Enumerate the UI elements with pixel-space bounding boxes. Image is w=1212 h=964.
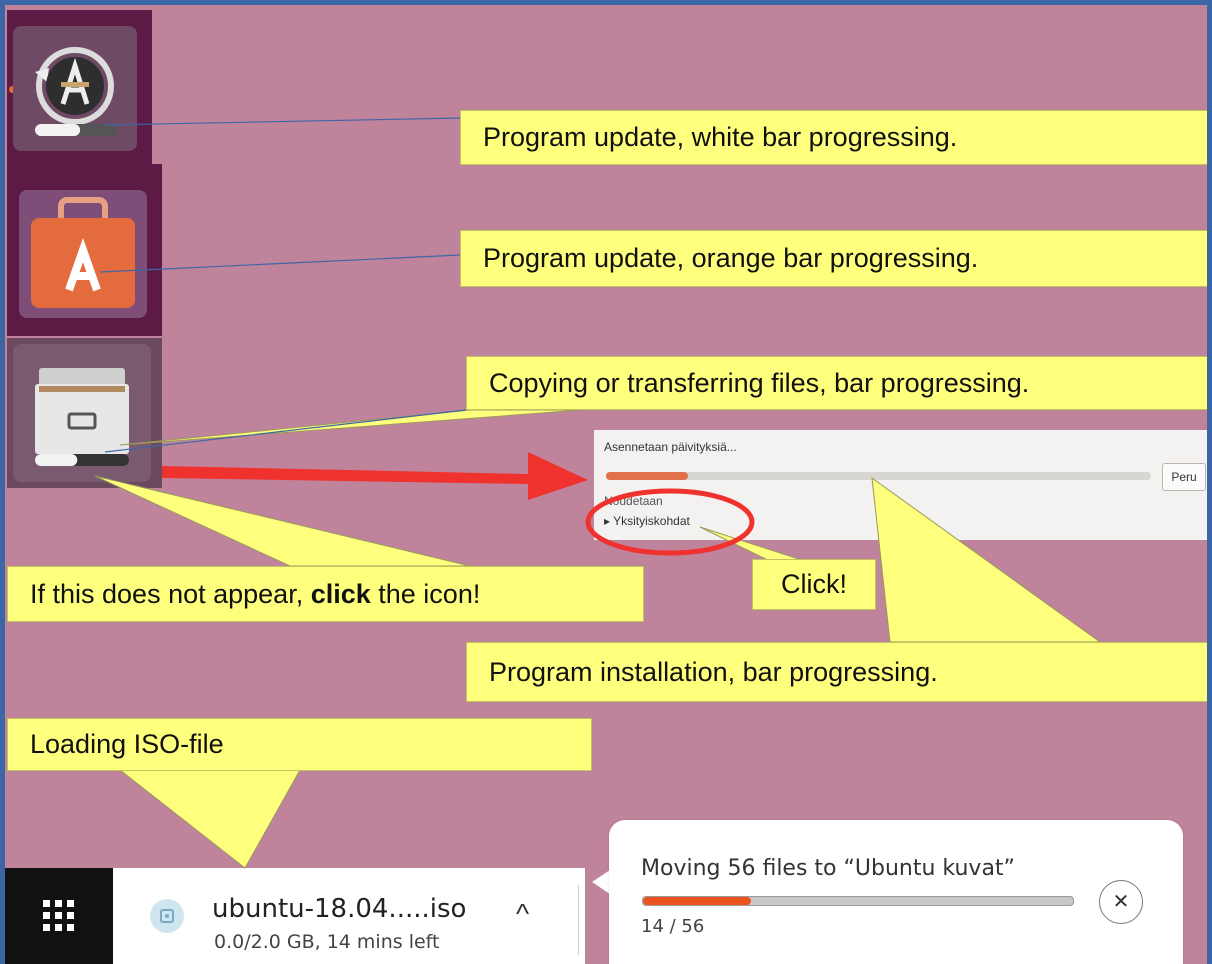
callout-text: Program update, orange bar progressing. xyxy=(483,243,979,273)
callout-text: Copying or transferring files, bar progr… xyxy=(489,367,1030,398)
callout-text: Click! xyxy=(781,569,847,599)
download-filename[interactable]: ubuntu-18.04.....iso xyxy=(212,894,466,924)
callout-copying: Copying or transferring files, bar progr… xyxy=(466,356,1212,410)
callout-text: If this does not appear, click the icon! xyxy=(30,578,481,609)
taskbar-separator xyxy=(578,885,579,955)
launcher-item-files[interactable] xyxy=(7,338,162,488)
software-updater-icon xyxy=(35,47,117,136)
callout-installation: Program installation, bar progressing. xyxy=(466,642,1212,702)
callout-update-white: Program update, white bar progressing. xyxy=(460,110,1212,165)
red-arrow xyxy=(162,452,588,500)
download-status: 0.0/2.0 GB, 14 mins left xyxy=(214,931,440,953)
callout-text: Loading ISO-file xyxy=(30,729,224,759)
cancel-button[interactable]: Peru xyxy=(1162,463,1206,491)
disc-image-icon xyxy=(150,899,184,933)
install-dialog: Asennetaan päivityksiä... Peru Noudetaan… xyxy=(594,430,1212,540)
dialog-title: Asennetaan päivityksiä... xyxy=(604,440,737,454)
chevron-up-icon[interactable]: ^ xyxy=(516,898,529,930)
file-operation-title: Moving 56 files to “Ubuntu kuvat” xyxy=(641,856,1015,881)
callout-copying-pointer xyxy=(119,409,582,446)
callout-iso-pointer xyxy=(118,769,301,869)
details-label: Yksityiskohdat xyxy=(613,514,690,528)
leader-line-update-white xyxy=(104,117,461,126)
launcher-item-ubuntu-software[interactable] xyxy=(7,164,162,336)
callout-text: Program installation, bar progressing. xyxy=(489,656,938,687)
popover-notch xyxy=(592,870,610,894)
details-expander[interactable]: ▸ Yksityiskohdat xyxy=(604,514,690,528)
file-operation-progress-fill xyxy=(643,897,751,905)
callout-click: Click! xyxy=(752,559,876,610)
ubuntu-software-icon xyxy=(31,197,135,308)
install-progress-bar xyxy=(606,472,1151,480)
callout-click-icon-pointer xyxy=(94,475,471,567)
callout-text: Program update, white bar progressing. xyxy=(483,122,958,152)
file-operation-popover: Moving 56 files to “Ubuntu kuvat” 14 / 5… xyxy=(609,820,1183,964)
file-operation-count: 14 / 56 xyxy=(641,916,705,937)
dialog-status: Noudetaan xyxy=(604,494,663,508)
file-operation-progress-bar xyxy=(642,896,1074,906)
apps-grid-icon xyxy=(43,900,74,931)
files-icon xyxy=(35,368,129,466)
callout-loading-iso: Loading ISO-file xyxy=(7,718,592,771)
launcher-item-software-updater[interactable] xyxy=(7,10,152,168)
callout-update-orange: Program update, orange bar progressing. xyxy=(460,230,1212,287)
close-icon[interactable]: ✕ xyxy=(1099,880,1143,924)
install-progress-fill xyxy=(606,472,688,480)
show-apps-button[interactable] xyxy=(5,868,113,964)
update-progress-fill xyxy=(35,124,81,136)
triangle-right-icon: ▸ xyxy=(604,514,614,528)
callout-click-icon: If this does not appear, click the icon! xyxy=(7,566,644,622)
files-progress-fill xyxy=(35,454,78,466)
